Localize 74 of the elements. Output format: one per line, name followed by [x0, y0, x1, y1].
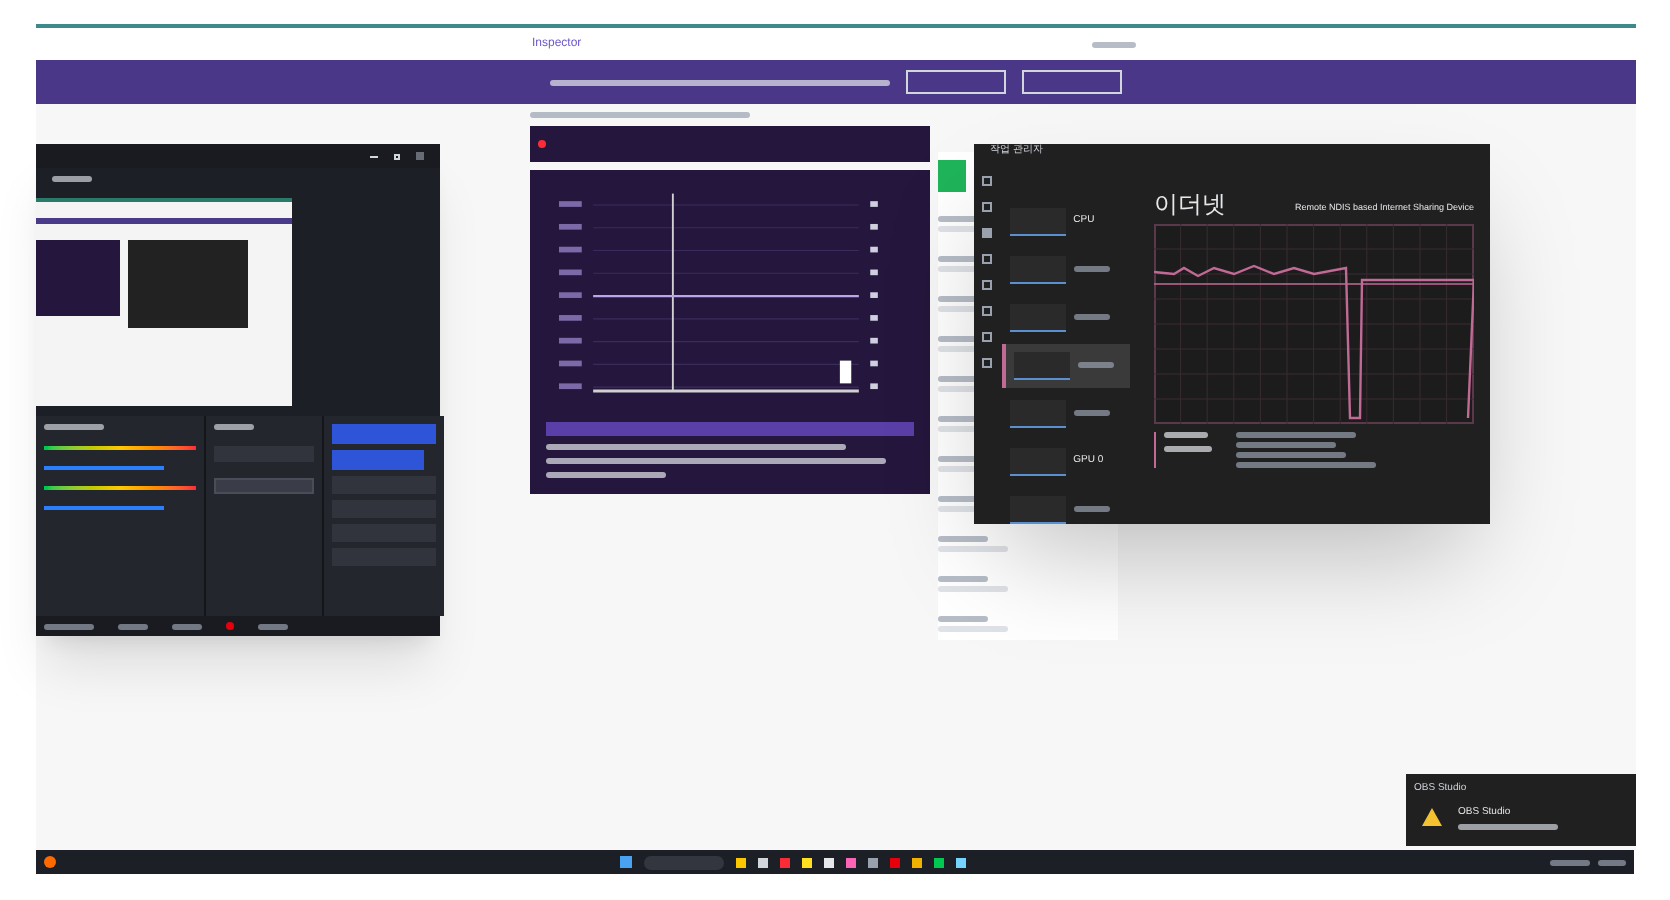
blurred-text	[52, 176, 92, 182]
nav-icon[interactable]	[982, 279, 993, 289]
blurred-text	[1236, 441, 1336, 447]
app-icon[interactable]	[846, 857, 856, 867]
section-heading: 이더넷	[1154, 191, 1226, 215]
blurred-text	[870, 315, 878, 321]
nav-icon[interactable]	[982, 357, 993, 367]
blurred-text	[559, 337, 582, 344]
maximize-icon[interactable]	[394, 153, 400, 159]
blurred-text	[559, 269, 582, 276]
blurred-text	[1077, 362, 1114, 368]
app-icon[interactable]	[956, 857, 966, 867]
app-icon[interactable]	[868, 857, 878, 867]
blurred-text	[258, 623, 288, 629]
blurred-text	[1073, 410, 1110, 416]
blurred-text	[870, 337, 878, 344]
blurred-text	[118, 623, 148, 629]
app-icon[interactable]	[802, 857, 812, 867]
app-icon[interactable]	[824, 857, 834, 867]
blurred-text	[870, 292, 878, 298]
start-icon[interactable]	[620, 856, 632, 868]
search-field[interactable]	[644, 855, 724, 869]
blurred-text	[559, 292, 582, 298]
blurred-text	[559, 315, 582, 321]
blurred-text	[1073, 266, 1110, 272]
blurred-text	[938, 536, 988, 542]
app-icon[interactable]	[736, 857, 746, 867]
blurred-text	[870, 201, 878, 207]
nav-icon[interactable]	[982, 253, 993, 263]
blurred-text	[44, 623, 94, 629]
blurred-text	[559, 223, 582, 230]
blurred-text	[1598, 859, 1626, 865]
blurred-text	[546, 472, 666, 478]
nav-icon[interactable]	[982, 227, 993, 237]
blurred-text	[870, 383, 878, 390]
banner-button[interactable]	[1022, 70, 1122, 94]
weather-icon[interactable]	[44, 856, 56, 868]
app-icon[interactable]	[758, 857, 768, 867]
blurred-text	[870, 223, 878, 230]
blurred-text	[214, 424, 254, 430]
nav-icon[interactable]	[982, 175, 993, 185]
blurred-text	[1164, 431, 1208, 437]
blurred-text	[1091, 41, 1136, 47]
blurred-text	[938, 616, 988, 622]
blurred-text	[938, 586, 1008, 592]
blurred-text	[1164, 445, 1212, 451]
blurred-text	[938, 626, 1008, 632]
blurred-text	[559, 246, 582, 253]
nav-icon[interactable]	[982, 331, 993, 341]
tooltip-marker	[839, 360, 852, 384]
blurred-text	[1073, 506, 1110, 512]
blurred-text	[1236, 461, 1376, 467]
blurred-text	[559, 360, 582, 367]
blurred-text	[870, 360, 878, 367]
warning-icon	[1422, 808, 1442, 827]
minimize-icon[interactable]	[370, 155, 378, 157]
blurred-text	[938, 576, 988, 582]
app-icon[interactable]	[934, 857, 944, 867]
blurred-text	[559, 383, 582, 390]
blurred-text	[172, 623, 202, 629]
duration-field[interactable]	[214, 478, 314, 494]
blurred-text	[559, 201, 582, 207]
blurred-text	[1236, 451, 1346, 457]
banner-button[interactable]	[906, 70, 1006, 94]
app-icon[interactable]	[912, 857, 922, 867]
nav-icon[interactable]	[982, 201, 993, 211]
blurred-text	[1236, 431, 1356, 437]
nav-icon[interactable]	[982, 305, 993, 315]
blurred-text	[870, 246, 878, 253]
blurred-text	[1458, 824, 1558, 830]
blurred-text	[1073, 314, 1110, 320]
blurred-text	[870, 269, 878, 276]
blurred-text	[44, 424, 104, 430]
blurred-text	[1550, 859, 1590, 865]
